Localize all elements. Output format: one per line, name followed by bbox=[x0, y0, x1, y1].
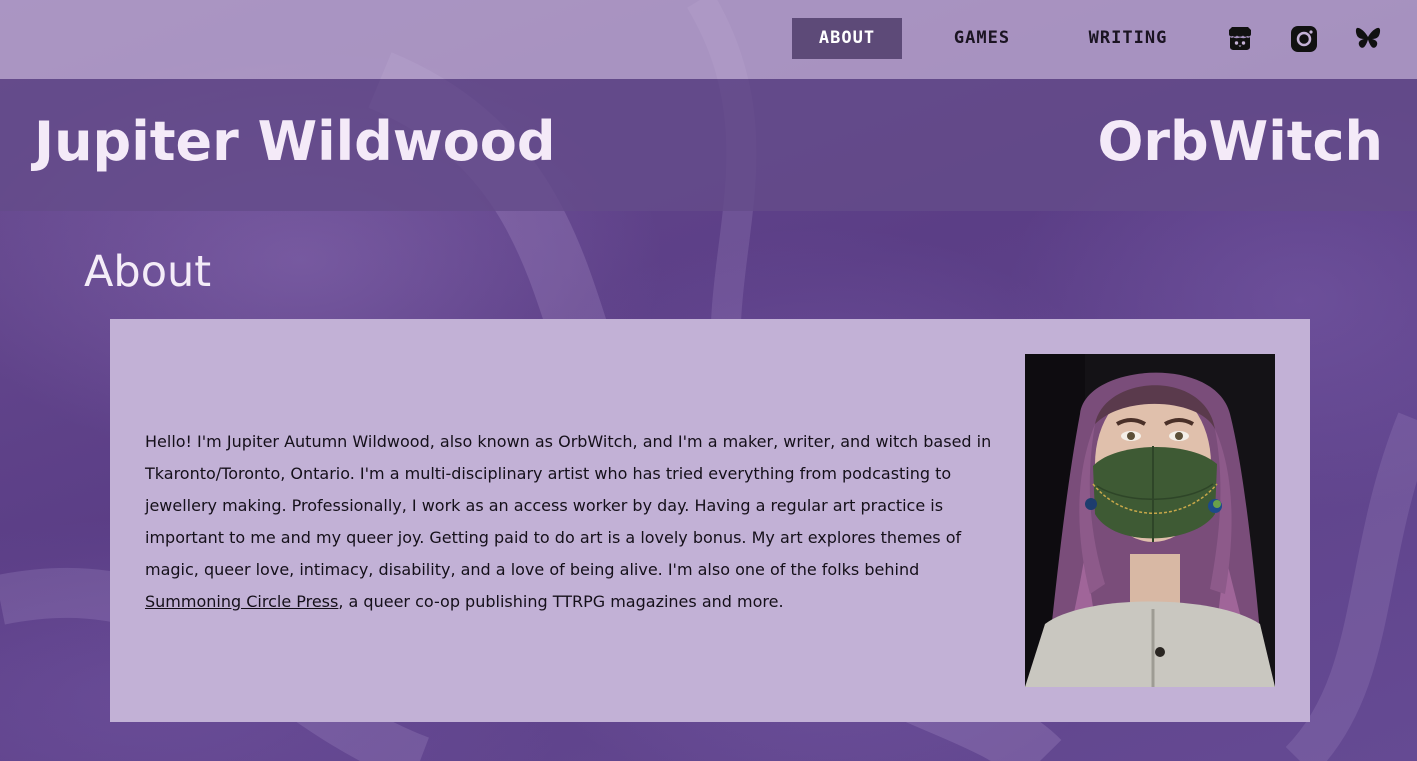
bluesky-icon[interactable] bbox=[1354, 25, 1382, 53]
nav-tab-writing[interactable]: WRITING bbox=[1070, 18, 1186, 59]
page-title: About bbox=[84, 247, 212, 297]
summoning-circle-press-link[interactable]: Summoning Circle Press bbox=[145, 592, 338, 611]
nav-tab-games[interactable]: GAMES bbox=[932, 18, 1032, 59]
instagram-icon[interactable] bbox=[1290, 25, 1318, 53]
about-text-body: Hello! I'm Jupiter Autumn Wildwood, also… bbox=[145, 432, 992, 579]
profile-photo bbox=[1025, 354, 1275, 687]
about-paragraph: Hello! I'm Jupiter Autumn Wildwood, also… bbox=[145, 426, 1000, 618]
site-owner-name: Jupiter Wildwood bbox=[34, 110, 556, 173]
top-navigation: ABOUT GAMES WRITING bbox=[0, 0, 1417, 79]
site-alias: OrbWitch bbox=[1097, 110, 1383, 173]
nav-tab-about[interactable]: ABOUT bbox=[792, 18, 902, 59]
about-card: Hello! I'm Jupiter Autumn Wildwood, also… bbox=[110, 319, 1310, 722]
about-text-end: , a queer co-op publishing TTRPG magazin… bbox=[338, 592, 784, 611]
itch-io-icon[interactable] bbox=[1226, 25, 1254, 53]
site-banner: Jupiter Wildwood OrbWitch bbox=[0, 79, 1417, 211]
